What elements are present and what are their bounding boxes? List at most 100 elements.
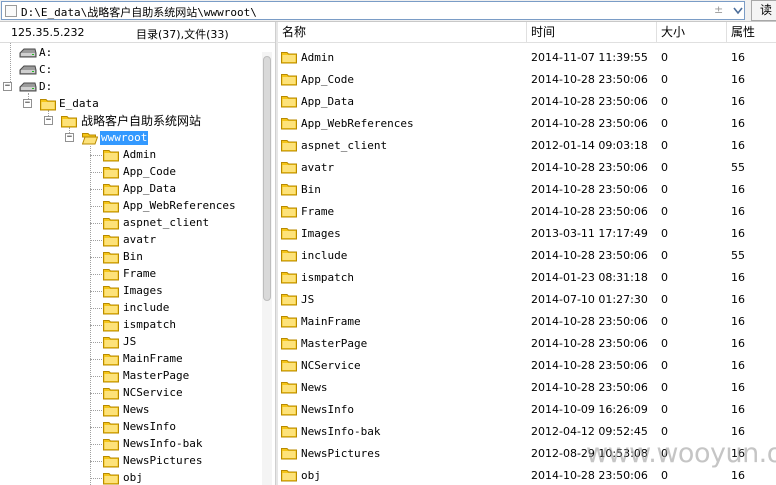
folder-icon [103, 437, 119, 451]
folder-icon [281, 380, 297, 394]
tree-folder-site[interactable]: − 战略客户自助系统网站 [0, 113, 220, 130]
tree-folder-e-data[interactable]: − E_data [0, 96, 140, 113]
list-item[interactable]: ismpatch 2014-01-23 08:31:18 0 16 [278, 266, 776, 288]
collapse-toggle[interactable]: − [44, 116, 53, 125]
tree-label: C: [39, 63, 53, 76]
item-attr: 16 [731, 117, 745, 130]
tree-item[interactable]: NewsInfo [0, 419, 250, 436]
file-list: 名称 时间 大小 属性 Admin 2014-11-07 11:39:55 0 16 A… [278, 22, 776, 485]
list-item[interactable]: aspnet_client 2012-01-14 09:03:18 0 16 [278, 134, 776, 156]
tree-scrollbar[interactable] [262, 52, 272, 485]
tree-item[interactable]: NewsInfo-bak [0, 436, 250, 453]
list-item[interactable]: NewsInfo 2014-10-09 16:26:09 0 16 [278, 398, 776, 420]
list-item[interactable]: include 2014-10-28 23:50:06 0 55 [278, 244, 776, 266]
list-item[interactable]: Frame 2014-10-28 23:50:06 0 16 [278, 200, 776, 222]
list-item[interactable]: Admin 2014-11-07 11:39:55 0 16 [278, 46, 776, 68]
chevron-down-icon[interactable] [731, 3, 745, 18]
path-text: D:\E_data\战略客户自助系统网站\wwwroot\ [21, 6, 257, 19]
tree-item[interactable]: JS [0, 334, 250, 351]
list-item[interactable]: JS 2014-07-10 01:27:30 0 16 [278, 288, 776, 310]
column-header-name[interactable]: 名称 [278, 22, 527, 43]
tree-item[interactable]: Bin [0, 249, 250, 266]
tree-item[interactable]: MainFrame [0, 351, 250, 368]
tree-item[interactable]: ismpatch [0, 317, 250, 334]
tree-drive-a[interactable]: A: [0, 45, 100, 62]
item-name: Frame [301, 205, 335, 218]
tree-item[interactable]: NCService [0, 385, 250, 402]
item-size: 0 [661, 359, 668, 372]
folder-icon [103, 369, 119, 383]
folder-icon [281, 204, 297, 218]
tree-item[interactable]: obj [0, 470, 250, 485]
collapse-toggle[interactable]: − [65, 133, 74, 142]
collapse-toggle[interactable]: − [23, 99, 32, 108]
tree-label: ismpatch [123, 318, 176, 331]
collapse-toggle[interactable]: − [3, 82, 12, 91]
item-attr: 16 [731, 293, 745, 306]
item-time: 2014-10-28 23:50:06 [531, 183, 648, 196]
open-folder-icon [82, 131, 98, 145]
item-attr: 16 [731, 73, 745, 86]
tree-item[interactable]: avatr [0, 232, 250, 249]
list-item[interactable]: App_Code 2014-10-28 23:50:06 0 16 [278, 68, 776, 90]
list-item[interactable]: Bin 2014-10-28 23:50:06 0 16 [278, 178, 776, 200]
item-size: 0 [661, 337, 668, 350]
item-attr: 16 [731, 425, 745, 438]
tree-label: Images [123, 284, 163, 297]
server-ip: 125.35.5.232 [11, 26, 85, 39]
tree-label: NewsInfo-bak [123, 437, 203, 450]
item-size: 0 [661, 139, 668, 152]
item-size: 0 [661, 183, 668, 196]
column-header-time[interactable]: 时间 [527, 22, 657, 43]
list-item[interactable]: News 2014-10-28 23:50:06 0 16 [278, 376, 776, 398]
column-header-attr[interactable]: 属性 [727, 22, 776, 43]
tree-drive-c[interactable]: C: [0, 62, 100, 79]
list-item[interactable]: App_WebReferences 2014-10-28 23:50:06 0 16 [278, 112, 776, 134]
list-item[interactable]: NCService 2014-10-28 23:50:06 0 16 [278, 354, 776, 376]
tree-item[interactable]: NewsPictures [0, 453, 250, 470]
item-attr: 16 [731, 227, 745, 240]
read-button[interactable]: 读 [751, 0, 776, 21]
column-header-size[interactable]: 大小 [657, 22, 727, 43]
tree-label: Admin [123, 148, 157, 161]
item-attr: 16 [731, 337, 745, 350]
path-input[interactable]: D:\E_data\战略客户自助系统网站\wwwroot\ ± [1, 1, 745, 20]
list-item[interactable]: MasterPage 2014-10-28 23:50:06 0 16 [278, 332, 776, 354]
tree-item[interactable]: News [0, 402, 250, 419]
item-attr: 16 [731, 139, 745, 152]
folder-icon [281, 270, 297, 284]
tree-drive-d[interactable]: − D: [0, 79, 100, 96]
folder-icon [281, 248, 297, 262]
list-item[interactable]: App_Data 2014-10-28 23:50:06 0 16 [278, 90, 776, 112]
tree-item[interactable]: aspnet_client [0, 215, 250, 232]
folder-icon [103, 420, 119, 434]
item-size: 0 [661, 161, 668, 174]
folder-icon [103, 471, 119, 485]
watermark: www.wooyun.org [586, 438, 776, 469]
tree-scrollbar-thumb[interactable] [263, 56, 271, 301]
list-item[interactable]: Images 2013-03-11 17:17:49 0 16 [278, 222, 776, 244]
folder-icon [281, 358, 297, 372]
folder-icon [281, 292, 297, 306]
folder-icon [103, 318, 119, 332]
directory-tree: A: C: − D: − E_data − 战略客户自助系统网站 − wwwro… [0, 43, 277, 485]
tree-item[interactable]: Admin [0, 147, 250, 164]
item-name: obj [301, 469, 321, 482]
tree-item[interactable]: App_Code [0, 164, 250, 181]
tree-item[interactable]: include [0, 300, 250, 317]
folder-icon [61, 114, 77, 128]
item-attr: 55 [731, 249, 745, 262]
tree-item[interactable]: MasterPage [0, 368, 250, 385]
item-name: aspnet_client [301, 139, 388, 152]
tree-item[interactable]: Images [0, 283, 250, 300]
item-name: Images [301, 227, 341, 240]
tree-folder-wwwroot[interactable]: − wwwroot [0, 130, 160, 147]
folder-icon [281, 138, 297, 152]
folder-icon [281, 94, 297, 108]
tree-item[interactable]: App_Data [0, 181, 250, 198]
item-name: News [301, 381, 328, 394]
list-item[interactable]: MainFrame 2014-10-28 23:50:06 0 16 [278, 310, 776, 332]
tree-item[interactable]: Frame [0, 266, 250, 283]
tree-item[interactable]: App_WebReferences [0, 198, 250, 215]
list-item[interactable]: avatr 2014-10-28 23:50:06 0 55 [278, 156, 776, 178]
